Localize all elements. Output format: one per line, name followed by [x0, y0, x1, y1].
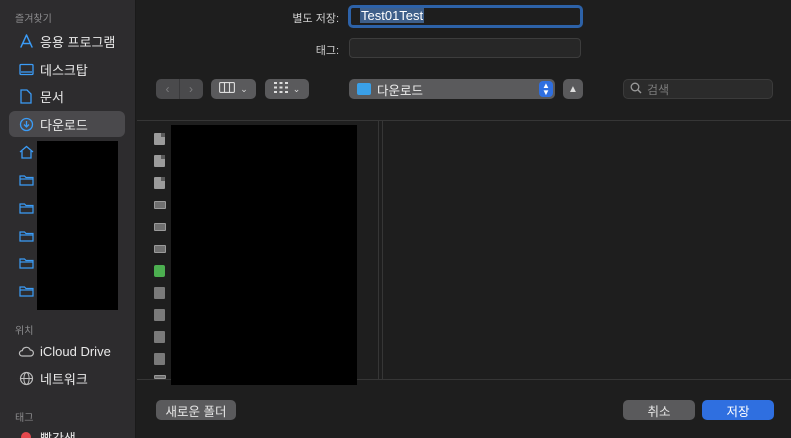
sidebar-item-label: 다운로드 — [40, 117, 88, 133]
sidebar-item-applications[interactable]: 응용 프로그램 — [9, 28, 125, 54]
folder-icon — [18, 200, 34, 216]
file-icon[interactable] — [154, 133, 165, 145]
sidebar-item-label: 빨간색 — [40, 430, 76, 438]
sidebar-item-documents[interactable]: 문서 — [9, 83, 125, 109]
redacted-file-names — [171, 125, 357, 385]
sidebar-item-label: 네트워크 — [40, 371, 88, 387]
search-input[interactable]: 검색 — [623, 79, 773, 99]
downloads-folder-icon — [357, 83, 371, 95]
sidebar-item-downloads[interactable]: 다운로드 — [9, 111, 125, 137]
sidebar-item-icloud-drive[interactable]: iCloud Drive — [9, 338, 125, 364]
folder-icon — [18, 172, 34, 188]
cloud-icon — [18, 343, 34, 359]
file-icon[interactable] — [154, 331, 165, 343]
red-tag-dot — [18, 429, 34, 438]
column-divider[interactable] — [380, 121, 383, 379]
tags-field[interactable] — [349, 38, 581, 58]
image-file-icon[interactable] — [154, 223, 166, 231]
chevron-up-icon: ▲ — [568, 83, 578, 95]
desktop-icon — [18, 61, 34, 77]
globe-icon — [18, 370, 34, 386]
columns-icon — [219, 82, 236, 96]
new-folder-button[interactable]: 새로운 폴더 — [156, 400, 236, 420]
downloads-icon — [18, 116, 34, 132]
search-icon — [630, 82, 642, 97]
file-icon[interactable] — [154, 309, 165, 321]
save-as-value: Test01Test — [360, 8, 425, 23]
image-file-icon[interactable] — [154, 201, 166, 209]
save-as-label: 별도 저장: — [292, 13, 339, 25]
chevron-down-icon: ⌄ — [240, 83, 248, 94]
folder-icon — [18, 255, 34, 271]
home-icon — [18, 144, 34, 160]
sidebar-item-label: 문서 — [40, 89, 64, 105]
nav-back-forward: ‹ › — [156, 79, 203, 99]
favorites-header: 즐겨찾기 — [15, 14, 52, 25]
file-icon[interactable] — [154, 287, 165, 299]
sidebar-item-desktop[interactable]: 데스크탑 — [9, 56, 125, 82]
view-grid-button[interactable]: ⌄ — [265, 79, 309, 99]
tags-header: 태그 — [15, 413, 34, 424]
save-button[interactable]: 저장 — [702, 400, 774, 420]
file-icon[interactable] — [154, 353, 165, 365]
save-as-field[interactable]: Test01Test — [348, 5, 583, 28]
cancel-button[interactable]: 취소 — [623, 400, 695, 420]
file-browser — [137, 120, 791, 385]
image-file-icon[interactable] — [154, 375, 166, 379]
save-dialog-main: 별도 저장: Test01Test 태그: ‹ › ⌄ ⌄ 다운로드 ▲ ▼ ▲ … — [137, 0, 791, 438]
view-columns-button[interactable]: ⌄ — [211, 79, 256, 99]
updown-chevron-icon: ▲ ▼ — [539, 81, 553, 97]
location-popup[interactable]: 다운로드 ▲ ▼ — [349, 79, 555, 99]
back-button[interactable]: ‹ — [156, 79, 179, 99]
file-column — [137, 121, 379, 385]
document-icon — [18, 88, 34, 104]
grid-icon — [273, 82, 288, 96]
sidebar-item-tag-red[interactable]: 빨간색 — [9, 424, 125, 438]
file-icon[interactable] — [154, 177, 165, 189]
sidebar-item-label: 데스크탑 — [40, 62, 88, 78]
spreadsheet-file-icon[interactable] — [154, 265, 165, 277]
locations-header: 위치 — [15, 326, 34, 337]
folder-icon — [18, 228, 34, 244]
sidebar-item-label: iCloud Drive — [40, 343, 111, 359]
forward-button[interactable]: › — [179, 79, 202, 99]
sidebar-item-network[interactable]: 네트워크 — [9, 365, 125, 391]
expand-collapse-button[interactable]: ▲ — [563, 79, 583, 99]
sidebar-item-label: 응용 프로그램 — [40, 34, 116, 50]
folder-icon — [18, 283, 34, 299]
sidebar: 즐겨찾기 응용 프로그램 데스크탑 문서 다운로드 위치 iCloud Driv… — [0, 0, 136, 438]
search-placeholder: 검색 — [647, 82, 670, 97]
chevron-down-icon: ⌄ — [292, 83, 301, 94]
file-icon[interactable] — [154, 155, 165, 167]
location-label: 다운로드 — [377, 83, 424, 98]
redacted-sidebar-names — [37, 141, 118, 310]
applications-icon — [18, 33, 34, 49]
tags-label: 태그: — [315, 45, 339, 57]
image-file-icon[interactable] — [154, 245, 166, 253]
